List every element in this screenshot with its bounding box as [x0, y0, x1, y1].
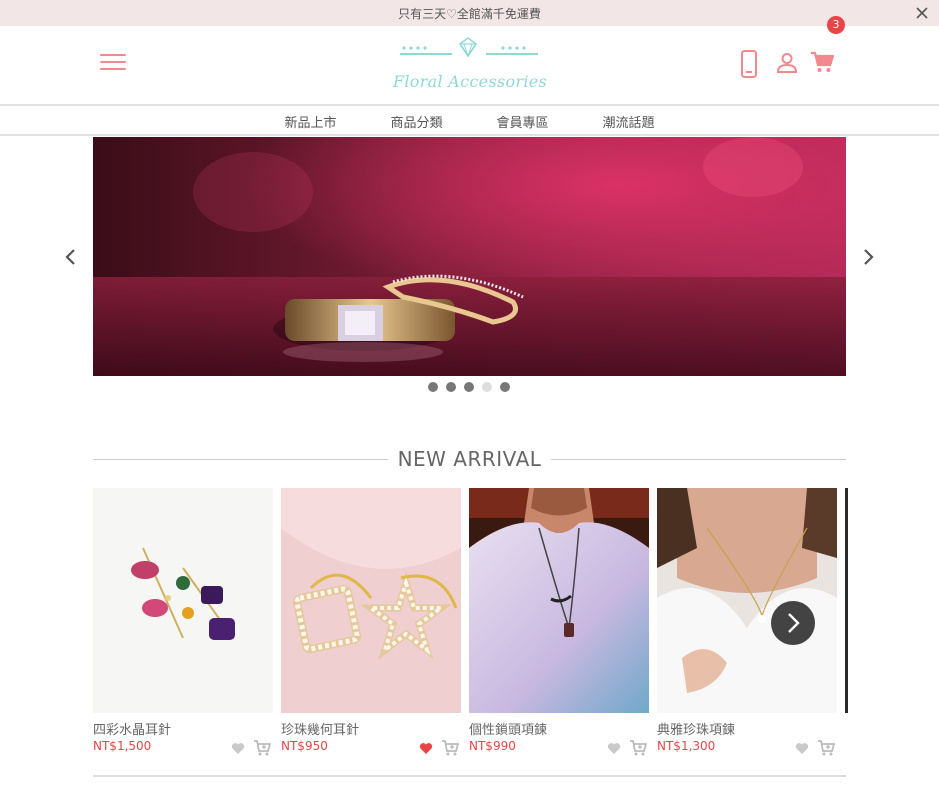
heart-icon[interactable] — [607, 742, 621, 755]
carousel-dot[interactable] — [500, 382, 510, 392]
hero-banner[interactable] — [93, 137, 846, 376]
product-card[interactable]: 個性鎖頭項鍊 NT$990 — [469, 488, 649, 756]
banner-rings-image — [93, 137, 846, 376]
chevron-right-icon[interactable] — [771, 601, 815, 645]
close-icon[interactable] — [915, 6, 929, 20]
nav-item-trends[interactable]: 潮流話題 — [603, 112, 655, 131]
heart-icon[interactable] — [231, 742, 245, 755]
carousel-dot-active[interactable] — [482, 382, 492, 392]
announcement-text: 只有三天♡全館滿千免運費 — [398, 6, 541, 21]
product-name[interactable]: 珍珠幾何耳針 — [281, 719, 461, 738]
chevron-right-icon[interactable] — [861, 248, 875, 266]
carousel-dot[interactable] — [446, 382, 456, 392]
cart-icon[interactable] — [810, 50, 834, 74]
new-arrival-header: NEW ARRIVAL — [93, 446, 846, 474]
add-to-cart-icon[interactable] — [817, 740, 835, 756]
nav-item-new[interactable]: 新品上市 — [284, 112, 336, 131]
divider — [93, 775, 846, 777]
nav-item-categories[interactable]: 商品分類 — [390, 112, 442, 131]
product-image[interactable] — [281, 488, 461, 713]
heart-icon-liked[interactable] — [419, 742, 433, 755]
next-product-peek — [845, 488, 848, 713]
main-nav: 新品上市 商品分類 會員專區 潮流話題 — [0, 108, 939, 136]
hamburger-icon[interactable] — [100, 54, 126, 74]
announcement-bar: 只有三天♡全館滿千免運費 — [0, 0, 939, 26]
product-card[interactable]: 四彩水晶耳針 NT$1,500 — [93, 488, 273, 756]
site-header: Floral Accessories — [0, 26, 939, 106]
add-to-cart-icon[interactable] — [441, 740, 459, 756]
carousel-dots — [428, 382, 518, 392]
heart-icon[interactable] — [795, 742, 809, 755]
diamond-icon — [400, 37, 538, 58]
product-image[interactable] — [469, 488, 649, 713]
carousel-dot[interactable] — [428, 382, 438, 392]
product-name[interactable]: 四彩水晶耳針 — [93, 719, 273, 738]
site-logo[interactable]: Floral Accessories — [390, 36, 550, 96]
phone-icon[interactable] — [740, 50, 758, 78]
section-title: NEW ARRIVAL — [93, 447, 846, 471]
user-icon[interactable] — [776, 52, 798, 74]
cart-count-badge: 3 — [827, 16, 845, 34]
nav-item-members[interactable]: 會員專區 — [497, 112, 549, 131]
add-to-cart-icon[interactable] — [629, 740, 647, 756]
chevron-left-icon[interactable] — [64, 248, 78, 266]
logo-text: Floral Accessories — [392, 72, 548, 91]
product-image[interactable] — [657, 488, 837, 713]
product-card[interactable]: 珍珠幾何耳針 NT$950 — [281, 488, 461, 756]
carousel-dot[interactable] — [464, 382, 474, 392]
product-name[interactable]: 典雅珍珠項鍊 — [657, 719, 837, 738]
product-image[interactable] — [93, 488, 273, 713]
add-to-cart-icon[interactable] — [253, 740, 271, 756]
product-name[interactable]: 個性鎖頭項鍊 — [469, 719, 649, 738]
